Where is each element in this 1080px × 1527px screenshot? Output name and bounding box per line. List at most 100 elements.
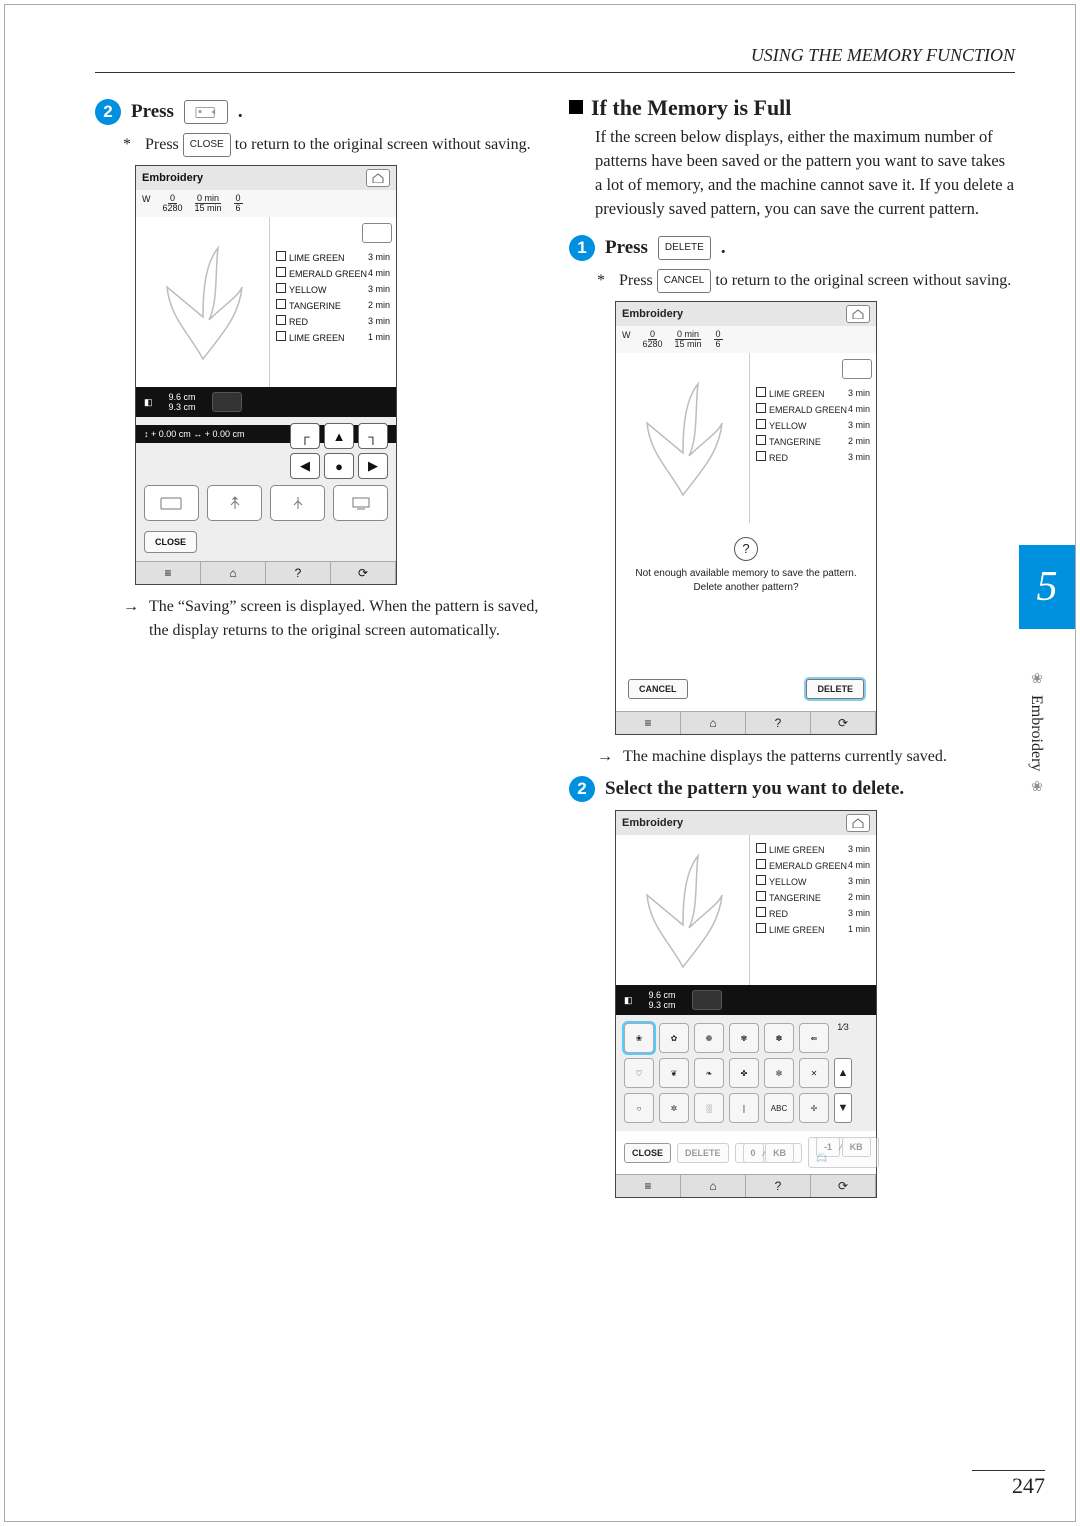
step-badge-icon: 2 (95, 99, 121, 125)
pattern-thumb[interactable]: ♡ (624, 1058, 654, 1088)
pattern-thumb[interactable]: ✤ (729, 1058, 759, 1088)
page-up-button[interactable]: ▲ (834, 1058, 852, 1088)
thread-icon[interactable] (842, 359, 872, 379)
chapter-number: 5 (1019, 545, 1075, 629)
pattern-thumb[interactable]: ✽ (764, 1023, 794, 1053)
pattern-thumb[interactable]: ⇚ (799, 1023, 829, 1053)
chapter-label: ❀ Embroidery ❀ (1019, 629, 1053, 837)
machine-screen-save: Embroidery W 06280 0 min15 min 06 (135, 165, 397, 585)
hoop-footer-icon[interactable]: ⌂ (201, 562, 266, 584)
pattern-thumb[interactable]: ✢ (799, 1093, 829, 1123)
pattern-thumb[interactable]: ✲ (659, 1093, 689, 1123)
pattern-thumb[interactable]: ✕ (799, 1058, 829, 1088)
kb-needed-label: -1⁄KB 📇 (808, 1137, 879, 1168)
memory-card-icon-button (184, 100, 228, 124)
question-icon: ? (734, 537, 758, 561)
stats-bar: W 06280 0 min15 min 06 (616, 326, 876, 353)
pattern-thumb[interactable]: ❧ (694, 1058, 724, 1088)
page-down-button[interactable]: ▼ (834, 1093, 852, 1123)
pattern-thumb[interactable]: ✾ (729, 1023, 759, 1053)
pattern-thumb[interactable]: ABC (764, 1093, 794, 1123)
hoop-icon[interactable] (212, 392, 242, 412)
close-button[interactable]: CLOSE (144, 531, 197, 553)
footer-bar: ≡ ⌂ ? ⟳ (616, 711, 876, 734)
arrow-left-icon[interactable]: ◀ (290, 453, 320, 479)
cancel-button[interactable]: CANCEL (628, 679, 688, 699)
thread-color-list: LIME GREEN3 min EMERALD GREEN4 min YELLO… (750, 353, 876, 523)
screen-title: Embroidery (622, 817, 683, 829)
hoop-footer-icon[interactable]: ⌂ (681, 712, 746, 734)
right-column: If the Memory is Full If the screen belo… (569, 95, 1015, 1206)
footer-bar: ≡ ⌂ ? ⟳ (136, 561, 396, 584)
pattern-thumb[interactable]: ❘ (729, 1093, 759, 1123)
step-2-left: 2 Press . (95, 99, 541, 125)
stats-bar: W 06280 0 min15 min 06 (136, 190, 396, 217)
delete-button-inline: DELETE (658, 236, 711, 260)
action-row: CLOSE DELETE 0⁄KB -1⁄KB 📇 (616, 1131, 876, 1174)
footer-bar: ≡ ⌂ ? ⟳ (616, 1174, 876, 1197)
save-usb2-button[interactable] (270, 485, 325, 521)
hoop-icon[interactable] (692, 990, 722, 1010)
pattern-thumb[interactable]: ✼ (764, 1058, 794, 1088)
home-icon[interactable] (846, 305, 870, 323)
close-button[interactable]: CLOSE (624, 1143, 671, 1163)
help-icon[interactable]: ? (266, 562, 331, 584)
lock-icon[interactable]: ⟳ (331, 562, 396, 584)
machine-screen-memory-full: Embroidery W 06280 0 min15 min 06 (615, 301, 877, 735)
save-machine-button[interactable] (144, 485, 199, 521)
kb-free-label: 0⁄KB (735, 1143, 803, 1163)
arrow-nw-icon[interactable]: ┌ (290, 423, 320, 449)
page-number: 247 (972, 1470, 1045, 1499)
menu-icon[interactable]: ≡ (136, 562, 201, 584)
pattern-thumb[interactable]: ❁ (694, 1023, 724, 1053)
arrow-up-icon[interactable]: ▲ (324, 423, 354, 449)
pattern-thumb[interactable]: ❦ (659, 1058, 689, 1088)
chapter-tab: 5 ❀ Embroidery ❀ (1019, 545, 1075, 837)
arrow-center-icon[interactable]: ● (324, 453, 354, 479)
thread-color-list: LIME GREEN3 min EMERALD GREEN4 min YELLO… (750, 835, 876, 985)
thread-color-list: LIME GREEN3 min EMERALD GREEN4 min YELLO… (270, 217, 396, 387)
machine-screen-pattern-list: Embroidery LIME GREEN3 min EMERALD GREEN… (615, 810, 877, 1198)
step-1-right: 1 Press DELETE . (569, 235, 1015, 261)
screen-title: Embroidery (142, 172, 203, 184)
delete-button[interactable]: DELETE (806, 679, 864, 699)
design-preview (616, 353, 750, 523)
pattern-grid: ❀ ✿ ❁ ✾ ✽ ⇚ 1⁄3 ♡ ❦ ❧ ✤ ✼ ✕ ▲ ○ ✲ ░ (616, 1015, 876, 1131)
design-preview (616, 835, 750, 985)
lock-icon[interactable]: ⟳ (811, 1175, 876, 1197)
step-badge-icon: 1 (569, 235, 595, 261)
decoration-icon: ❀ (1028, 671, 1044, 687)
save-usb-button[interactable] (207, 485, 262, 521)
size-bar: ◧ 9.6 cm9.3 cm (136, 387, 396, 417)
lock-icon[interactable]: ⟳ (811, 712, 876, 734)
decoration-icon: ❀ (1028, 779, 1044, 795)
dialog-message: ? Not enough available memory to save th… (616, 523, 876, 601)
step-badge-icon: 2 (569, 776, 595, 802)
result-note-right: → The machine displays the patterns curr… (597, 745, 1015, 768)
subheading: If the Memory is Full (569, 95, 1015, 121)
screen-title: Embroidery (622, 308, 683, 320)
menu-icon[interactable]: ≡ (616, 1175, 681, 1197)
help-icon[interactable]: ? (746, 1175, 811, 1197)
home-icon[interactable] (366, 169, 390, 187)
pattern-thumb[interactable]: ○ (624, 1093, 654, 1123)
left-column: 2 Press . * Press CLOSE to return to the… (95, 95, 541, 1206)
step-2-right: 2 Select the pattern you want to delete. (569, 776, 1015, 802)
help-icon[interactable]: ? (746, 712, 811, 734)
home-icon[interactable] (846, 814, 870, 832)
save-pc-button[interactable] (333, 485, 388, 521)
intro-paragraph: If the screen below displays, either the… (595, 125, 1015, 221)
size-bar: ◧ 9.6 cm9.3 cm (616, 985, 876, 1015)
controls-area: ┌ ▲ ┐ ◀ ● ▶ ↕ + 0.00 cm ↔ + 0.00 cm (136, 417, 396, 561)
note-cancel: * Press CANCEL to return to the original… (597, 269, 1015, 293)
hoop-footer-icon[interactable]: ⌂ (681, 1175, 746, 1197)
pattern-thumb[interactable]: ❀ (624, 1023, 654, 1053)
note-close: * Press CLOSE to return to the original … (123, 133, 541, 157)
pattern-thumb[interactable]: ✿ (659, 1023, 689, 1053)
arrow-right-icon[interactable]: ▶ (358, 453, 388, 479)
pattern-thumb[interactable]: ░ (694, 1093, 724, 1123)
arrow-ne-icon[interactable]: ┐ (358, 423, 388, 449)
thread-icon[interactable] (362, 223, 392, 243)
design-preview (136, 217, 270, 387)
menu-icon[interactable]: ≡ (616, 712, 681, 734)
